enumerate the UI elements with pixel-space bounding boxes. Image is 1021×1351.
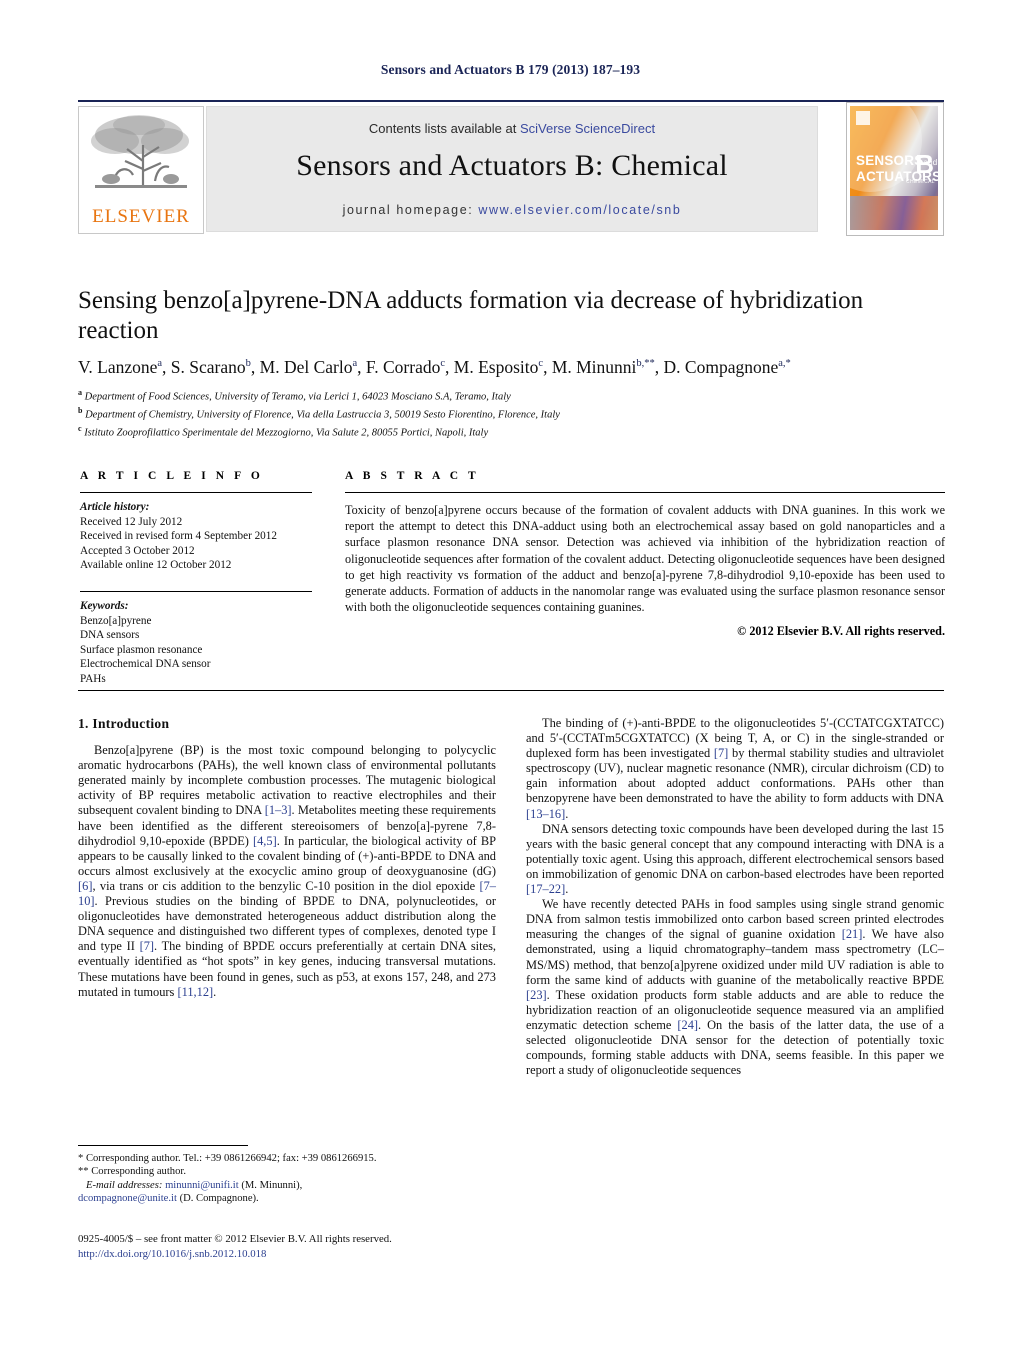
body-paragraph: We have recently detected PAHs in food s… — [526, 897, 944, 1078]
history-item: Received 12 July 2012 — [80, 515, 183, 528]
body-paragraph: The binding of (+)-anti-BPDE to the olig… — [526, 716, 944, 821]
contents-prefix: Contents lists available at — [368, 121, 520, 136]
keyword-item: DNA sensors — [80, 629, 140, 642]
cover-series-letter: B — [915, 149, 934, 179]
history-item: Accepted 3 October 2012 — [80, 544, 195, 557]
abstract-column: A B S T R A C T Toxicity of benzo[a]pyre… — [345, 470, 945, 639]
article-info-rule — [80, 492, 312, 493]
body-column-left: 1. Introduction Benzo[a]pyrene (BP) is t… — [78, 716, 496, 1000]
keyword-item: Benzo[a]pyrene — [80, 614, 152, 627]
cover-artwork: SENSORSand ACTUATORS B CHEMICAL — [850, 106, 938, 230]
abstract-rule — [345, 492, 945, 493]
email-addresses-note: E-mail addresses: minunni@unifi.it (M. M… — [78, 1179, 498, 1192]
body-paragraph: DNA sensors detecting toxic compounds ha… — [526, 821, 944, 897]
sciencedirect-link[interactable]: SciVerse ScienceDirect — [520, 121, 655, 136]
elsevier-logo: ELSEVIER — [78, 106, 204, 234]
footnote-block: * Corresponding author. Tel.: +39 086126… — [78, 1152, 498, 1206]
email-link-compagnone[interactable]: dcompagnone@unite.it — [78, 1193, 177, 1204]
doi-link[interactable]: http://dx.doi.org/10.1016/j.snb.2012.10.… — [78, 1247, 508, 1262]
section-divider-rule — [78, 690, 944, 691]
email-label: E-mail addresses: — [86, 1179, 163, 1191]
homepage-url-link[interactable]: www.elsevier.com/locate/snb — [478, 203, 681, 217]
body-paragraph: Benzo[a]pyrene (BP) is the most toxic co… — [78, 743, 497, 999]
email-addresses-note-continued: dcompagnone@unite.it (D. Compagnone). — [78, 1192, 498, 1205]
email-link-minunni[interactable]: minunni@unifi.it — [165, 1180, 239, 1191]
email-owner-compagnone: (D. Compagnone). — [179, 1193, 259, 1205]
affiliation-item: b Department of Chemistry, University of… — [78, 406, 560, 421]
abstract-copyright: © 2012 Elsevier B.V. All rights reserved… — [737, 624, 945, 639]
abstract-text: Toxicity of benzo[a]pyrene occurs becaus… — [345, 503, 945, 615]
footnote-rule — [78, 1145, 248, 1146]
journal-masthead: ELSEVIER Contents lists available at Sci… — [78, 100, 944, 236]
cover-elsevier-mark-icon — [856, 111, 870, 125]
keyword-item: Electrochemical DNA sensor — [80, 658, 211, 671]
keyword-item: Surface plasmon resonance — [80, 643, 203, 656]
article-history-label: Article history: — [80, 501, 150, 513]
paper-page: Sensors and Actuators B 179 (2013) 187–1… — [0, 0, 1021, 1351]
homepage-prefix: journal homepage: — [342, 203, 479, 217]
journal-cover-thumbnail: SENSORSand ACTUATORS B CHEMICAL — [846, 102, 944, 236]
contents-available-line: Contents lists available at SciVerse Sci… — [207, 121, 817, 136]
keywords-rule — [80, 590, 312, 592]
author-list: V. Lanzonea, S. Scaranob, M. Del Carloa,… — [78, 357, 791, 377]
issn-front-matter: 0925-4005/$ – see front matter © 2012 El… — [78, 1233, 392, 1245]
article-history-block: Article history: Received 12 July 2012 R… — [80, 500, 312, 573]
cover-line1: SENSORS — [856, 153, 924, 168]
journal-homepage-line: journal homepage: www.elsevier.com/locat… — [207, 203, 817, 217]
journal-band: Contents lists available at SciVerse Sci… — [206, 106, 818, 232]
keywords-label: Keywords: — [80, 599, 129, 612]
journal-title: Sensors and Actuators B: Chemical — [296, 149, 728, 182]
article-title: Sensing benzo[a]pyrene-DNA adducts forma… — [78, 287, 864, 344]
cover-subtitle: CHEMICAL — [905, 179, 935, 185]
affiliation-item: a Department of Food Sciences, Universit… — [78, 388, 511, 403]
history-item: Received in revised form 4 September 201… — [80, 530, 277, 543]
affiliation-list: a Department of Food Sciences, Universit… — [78, 386, 944, 440]
elsevier-wordmark: ELSEVIER — [92, 206, 190, 227]
corresponding-author-note-2: ** Corresponding author. — [78, 1166, 186, 1178]
introduction-heading: 1. Introduction — [78, 716, 170, 731]
keyword-item: PAHs — [80, 672, 106, 685]
article-info-column: A R T I C L E I N F O Article history: R… — [80, 470, 312, 687]
history-item: Available online 12 October 2012 — [80, 559, 232, 572]
body-column-right: The binding of (+)-anti-BPDE to the olig… — [526, 716, 944, 1078]
elsevier-tree-icon — [91, 115, 189, 188]
corresponding-author-note-1: * Corresponding author. Tel.: +39 086126… — [78, 1153, 377, 1164]
email-owner-minunni: (M. Minunni), — [241, 1179, 303, 1191]
running-head: Sensors and Actuators B 179 (2013) 187–1… — [380, 62, 641, 77]
affiliation-item: c Istituto Zooprofilattico Sperimentale … — [78, 424, 489, 439]
abstract-heading: A B S T R A C T — [345, 470, 480, 482]
imprint-block: 0925-4005/$ – see front matter © 2012 El… — [78, 1232, 508, 1261]
cover-bottom-band — [850, 196, 938, 230]
keywords-block: Keywords: Benzo[a]pyrene DNA sensors Sur… — [80, 599, 312, 687]
article-info-heading: A R T I C L E I N F O — [80, 470, 264, 482]
